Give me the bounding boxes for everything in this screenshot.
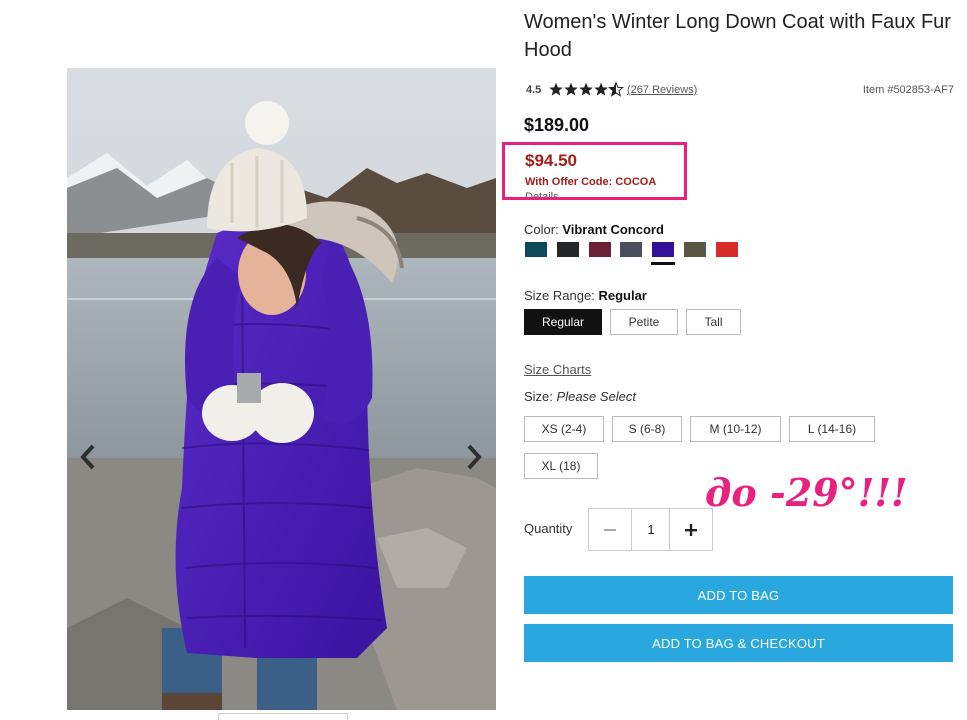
next-image-button[interactable] — [459, 440, 489, 474]
color-swatch-teal[interactable] — [525, 242, 547, 257]
sale-price: $94.50 — [525, 151, 577, 170]
quantity-stepper: 1 — [588, 508, 713, 551]
color-swatch-olive[interactable] — [684, 242, 706, 257]
selected-size-range: Regular — [598, 288, 647, 303]
color-swatch-red[interactable] — [716, 242, 738, 257]
offer-details-link[interactable]: Details — [525, 191, 559, 197]
rating-value: 4.5 — [526, 84, 542, 96]
size-xl-button[interactable]: XL (18) — [524, 453, 598, 479]
selected-swatch-indicator — [651, 262, 675, 265]
size-range-label: Size Range: Regular — [524, 288, 647, 303]
color-label: Color: Vibrant Concord — [524, 222, 664, 237]
product-image — [67, 68, 496, 710]
offer-code-text: With Offer Code: COCOA — [525, 176, 657, 188]
selected-color-name: Vibrant Concord — [562, 222, 664, 237]
size-s-button[interactable]: S (6-8) — [612, 416, 682, 442]
regular-price: $189.00 — [524, 115, 590, 135]
quantity-increase-button[interactable] — [669, 509, 712, 550]
size-range-tall-button[interactable]: Tall — [686, 309, 741, 335]
quantity-input[interactable]: 1 — [632, 509, 670, 550]
add-to-bag-checkout-button[interactable]: ADD TO BAG & CHECKOUT — [524, 624, 953, 662]
star-rating-icon — [549, 81, 627, 100]
rating-row: 4.5 (267 Reviews) Item #502853-AF7 — [526, 81, 954, 100]
size-charts-link[interactable]: Size Charts — [524, 362, 591, 377]
quantity-label: Quantity — [524, 521, 573, 536]
chevron-left-icon — [80, 444, 95, 470]
add-to-bag-button[interactable]: ADD TO BAG — [524, 576, 953, 614]
size-range-petite-button[interactable]: Petite — [610, 309, 678, 335]
size-label: Size: Please Select — [524, 389, 637, 404]
size-xs-button[interactable]: XS (2-4) — [524, 416, 604, 442]
size-m-button[interactable]: M (10-12) — [690, 416, 781, 442]
quantity-decrease-button[interactable] — [589, 509, 632, 550]
product-photo — [67, 68, 496, 710]
item-number: Item #502853-AF7 — [862, 84, 954, 96]
reviews-link[interactable]: (267 Reviews) — [627, 84, 697, 96]
color-swatch-slate[interactable] — [620, 242, 642, 257]
color-swatch-vibrant-concord[interactable] — [652, 242, 674, 257]
chevron-right-icon — [467, 444, 482, 470]
size-placeholder: Please Select — [556, 389, 637, 404]
offer-highlight-box: $94.50 With Offer Code: COCOA Details — [502, 142, 687, 200]
size-l-button[interactable]: L (14-16) — [789, 416, 875, 442]
color-swatch-black[interactable] — [557, 242, 579, 257]
handwritten-annotation: до -29°!!! — [705, 470, 908, 515]
minus-icon — [604, 528, 616, 531]
color-swatch-burgundy[interactable] — [589, 242, 611, 257]
plus-icon — [685, 523, 697, 536]
product-title: Women's Winter Long Down Coat with Faux … — [524, 11, 951, 61]
size-range-regular-button[interactable]: Regular — [524, 309, 602, 335]
prev-image-button[interactable] — [73, 440, 103, 474]
